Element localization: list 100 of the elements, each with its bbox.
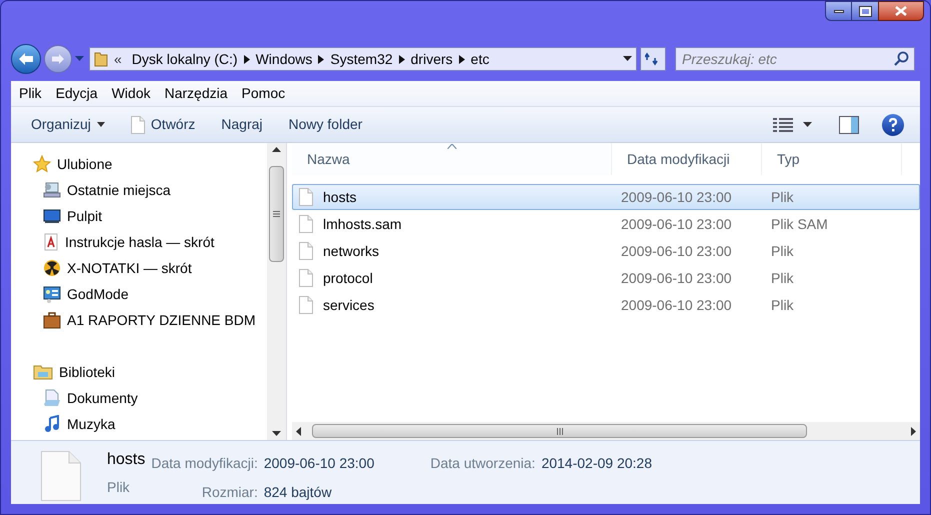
table-cell: 2009-06-10 23:00 bbox=[621, 242, 732, 258]
details-view-icon bbox=[773, 116, 793, 132]
field-value: 824 bajtów bbox=[264, 483, 333, 502]
minimize-button[interactable] bbox=[825, 1, 852, 21]
table-cell: 2009-06-10 23:00 bbox=[621, 216, 732, 232]
table-cell: Plik bbox=[771, 188, 794, 204]
forward-arrow-icon bbox=[51, 53, 65, 65]
close-icon bbox=[895, 6, 907, 16]
sidebar-item[interactable]: A1 RAPORTY DZIENNE BDM bbox=[11, 307, 267, 333]
file-row[interactable]: lmhosts.sam 2009-06-10 23:00 Plik SAM bbox=[292, 211, 920, 237]
menu-item[interactable]: Plik bbox=[15, 83, 46, 104]
address-bar[interactable]: « Dysk lokalny (C:) Windows System32 drivers etc bbox=[89, 47, 637, 71]
menu-item[interactable]: Edycja bbox=[52, 83, 102, 104]
document-icon bbox=[43, 389, 61, 407]
radiation-icon bbox=[43, 259, 61, 277]
grip-icon bbox=[273, 211, 280, 217]
grip-icon bbox=[556, 428, 562, 434]
table-cell: Plik SAM bbox=[771, 216, 828, 232]
breadcrumb-item[interactable]: Windows bbox=[256, 48, 312, 70]
table-cell: Plik bbox=[771, 296, 794, 312]
toolbar-button[interactable]: Nagraj bbox=[211, 112, 273, 138]
breadcrumb-overflow[interactable]: « bbox=[114, 48, 122, 70]
history-caret-icon bbox=[75, 56, 84, 62]
table-cell: 2009-06-10 23:00 bbox=[621, 270, 732, 286]
sort-ascending-icon bbox=[447, 144, 456, 149]
sidebar-item[interactable]: Muzyka bbox=[11, 411, 267, 437]
sidebar-item[interactable]: Dokumenty bbox=[11, 385, 267, 411]
help-button[interactable] bbox=[882, 114, 904, 136]
menu-item[interactable]: Pomoc bbox=[238, 83, 290, 104]
field-value: 2009-06-10 23:00 bbox=[264, 454, 374, 473]
field-value: 2014-02-09 20:28 bbox=[541, 454, 652, 473]
breadcrumb-arrow-icon[interactable] bbox=[398, 54, 405, 64]
file-icon bbox=[299, 269, 313, 287]
sidebar-item[interactable]: Pulpit bbox=[11, 203, 267, 229]
preview-pane-button[interactable] bbox=[838, 114, 860, 134]
file-row[interactable]: networks 2009-06-10 23:00 Plik bbox=[292, 238, 920, 264]
sidebar-item[interactable]: GodMode bbox=[11, 281, 267, 307]
field-label: Data modyfikacji: bbox=[151, 454, 258, 473]
file-name: services bbox=[323, 296, 374, 314]
breadcrumb-arrow-icon[interactable] bbox=[318, 54, 324, 64]
menu-item[interactable]: Narzędzia bbox=[160, 83, 232, 104]
forward-button[interactable] bbox=[44, 45, 72, 73]
breadcrumb-arrow-icon[interactable] bbox=[458, 54, 465, 64]
dropdown-caret-icon bbox=[623, 56, 632, 62]
sidebar-item[interactable]: Instrukcje hasla — skrót bbox=[11, 229, 267, 255]
sidebar-group[interactable]: Biblioteki bbox=[11, 359, 267, 385]
file-icon bbox=[41, 451, 81, 501]
sidebar-item[interactable]: X-NOTATKI — skrót bbox=[11, 255, 267, 281]
caret-icon bbox=[803, 122, 812, 128]
folder-icon bbox=[94, 51, 108, 67]
monitor-icon bbox=[43, 208, 61, 224]
music-note-icon bbox=[43, 415, 61, 433]
table-cell: Plik bbox=[771, 270, 794, 286]
menu-item[interactable]: Widok bbox=[108, 83, 154, 104]
table-cell: 2009-06-10 23:00 bbox=[621, 188, 732, 204]
back-button[interactable] bbox=[11, 44, 41, 74]
file-row[interactable]: protocol 2009-06-10 23:00 Plik bbox=[292, 265, 920, 291]
briefcase-icon bbox=[43, 311, 61, 329]
document-icon bbox=[130, 116, 145, 134]
horizontal-scrollbar[interactable] bbox=[292, 422, 920, 440]
toolbar-button[interactable]: Otwórz bbox=[120, 112, 206, 138]
breadcrumb-item[interactable]: etc bbox=[470, 48, 490, 70]
computer-icon bbox=[43, 181, 61, 199]
sidebar-group[interactable]: Ulubione bbox=[11, 151, 267, 177]
file-type: Plik bbox=[107, 478, 131, 497]
breadcrumb-item[interactable]: drivers bbox=[410, 48, 453, 70]
file-name: hosts bbox=[107, 451, 146, 469]
file-icon bbox=[299, 188, 313, 206]
control-panel-icon bbox=[43, 285, 61, 303]
field-label: Data utworzenia: bbox=[430, 454, 536, 473]
file-row[interactable]: services 2009-06-10 23:00 Plik bbox=[292, 292, 920, 318]
file-icon bbox=[299, 242, 313, 260]
minimize-icon bbox=[834, 10, 844, 12]
breadcrumb-item[interactable]: System32 bbox=[330, 48, 393, 70]
close-button[interactable] bbox=[878, 1, 924, 21]
toolbar-button[interactable]: Organizuj bbox=[21, 112, 115, 138]
search-field[interactable]: Przeszukaj: etc bbox=[675, 47, 915, 71]
field-label: Rozmiar: bbox=[200, 483, 258, 502]
scroll-left-arrow-icon bbox=[296, 426, 301, 436]
scroll-up-arrow-icon bbox=[272, 147, 281, 152]
table-cell: Plik bbox=[771, 242, 794, 258]
refresh-button[interactable] bbox=[640, 47, 666, 71]
scroll-thumb[interactable] bbox=[269, 166, 284, 262]
file-name: networks bbox=[323, 242, 380, 260]
file-row[interactable]: hosts 2009-06-10 23:00 Plik bbox=[292, 184, 920, 210]
document-letter-icon bbox=[43, 233, 59, 251]
sidebar-item[interactable]: Ostatnie miejsca bbox=[11, 177, 267, 203]
toolbar-button[interactable]: Nowy folder bbox=[278, 112, 372, 138]
star-icon bbox=[33, 155, 51, 173]
breadcrumb-item[interactable]: Dysk lokalny (C:) bbox=[132, 48, 238, 70]
back-arrow-icon bbox=[18, 52, 34, 66]
question-mark-icon bbox=[888, 118, 898, 132]
file-icon bbox=[299, 296, 313, 314]
file-name: hosts bbox=[323, 188, 356, 206]
breadcrumb-arrow-icon[interactable] bbox=[244, 54, 250, 64]
scroll-thumb[interactable] bbox=[312, 424, 807, 438]
maximize-icon bbox=[860, 6, 870, 16]
maximize-button[interactable] bbox=[852, 1, 878, 21]
scroll-down-arrow-icon bbox=[272, 431, 281, 436]
vertical-scrollbar[interactable] bbox=[267, 143, 286, 440]
